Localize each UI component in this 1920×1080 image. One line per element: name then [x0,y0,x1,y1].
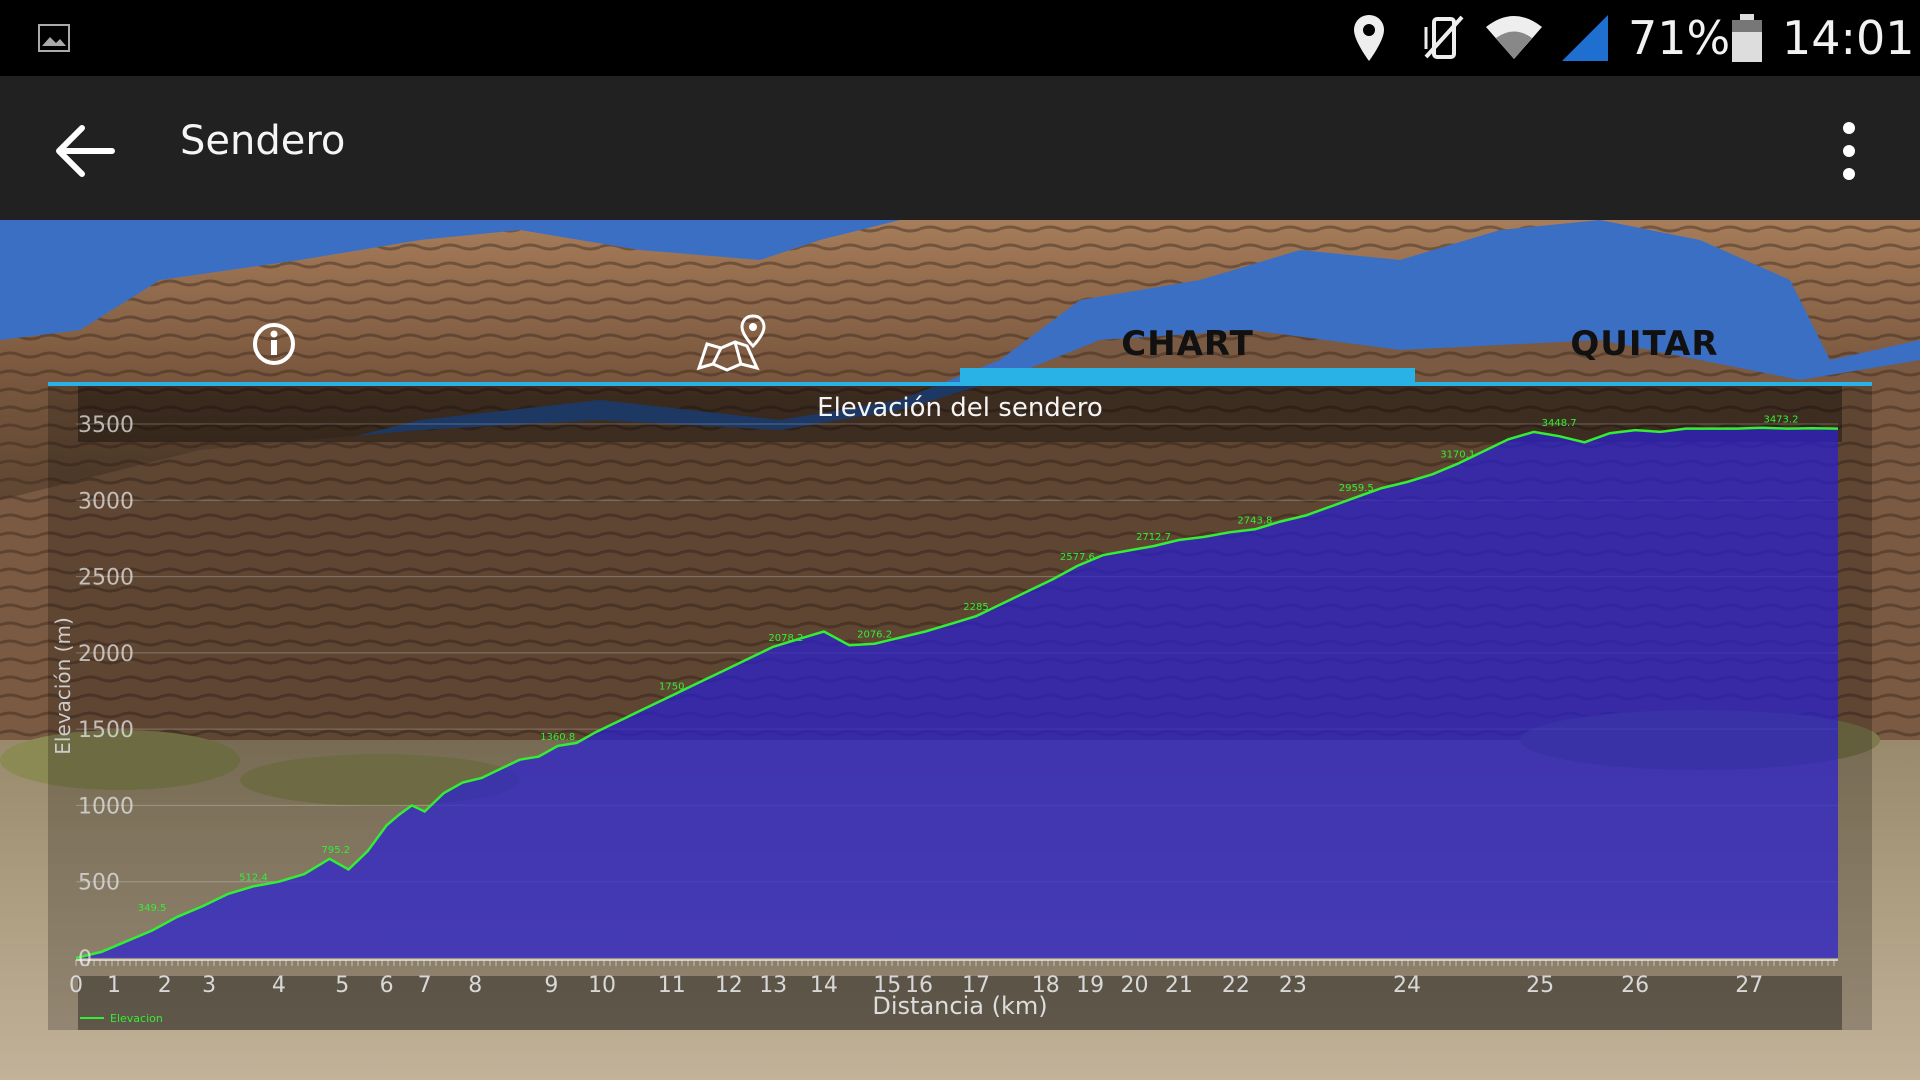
y-axis-label: Elevación (m) [51,617,75,755]
x-tick-label: 8 [468,973,482,998]
y-tick-label: 2000 [78,642,134,667]
data-label: 512.4 [239,872,268,883]
tab-quitar-label: QUITAR [1570,324,1719,364]
elevation-chart: 05001000150020002500300035000 1 2 3 4 5 6 7 8 9 10… [51,386,1842,1030]
status-bar: 71% 14:01 [0,0,1920,76]
x-tick-label: 20 [1120,973,1148,998]
tab-chart-label: CHART [1121,324,1254,364]
clock: 14:01 [1782,11,1915,65]
data-label: 1360.8 [540,732,575,743]
elevation-area [76,427,1838,958]
x-tick-label: 23 [1279,973,1307,998]
x-tick-label: 13 [759,973,787,998]
app-bar: Sendero [0,76,1920,220]
map-pin-icon [696,314,766,372]
x-tick-label: 9 [544,973,558,998]
y-tick-label: 2500 [78,566,134,591]
x-tick-label: 21 [1165,973,1193,998]
data-label: 795.2 [322,845,351,856]
x-tick-label: 24 [1393,973,1421,998]
data-label: 2076.2 [857,630,892,641]
more-options-button[interactable] [1820,116,1880,186]
tab-selected-indicator [960,368,1415,384]
data-label: 2959.5 [1339,483,1374,494]
y-tick-label: 1000 [78,794,134,819]
page-title: Sendero [180,118,346,164]
x-tick-label: 14 [810,973,838,998]
x-tick-label: 7 [418,973,432,998]
x-tick-label: 11 [658,973,686,998]
data-label: 2743.8 [1237,515,1272,526]
data-label: 2577.6 [1060,552,1095,563]
data-label: 3170.1 [1440,450,1475,461]
x-tick-label: 5 [335,973,349,998]
tab-map[interactable] [503,300,958,388]
tab-quitar[interactable]: QUITAR [1417,300,1872,388]
data-label: 1750 [659,682,684,693]
x-axis-label: Distancia (km) [872,992,1047,1020]
x-tick-label: 3 [202,973,216,998]
info-icon [252,323,295,365]
elevation-chart-panel: 0 500 1000 1500 2000 2500 3000 3500 0 1 2 3 4 5 6 7 8 9 10… [48,386,1872,1030]
data-label: 2712.7 [1136,532,1171,543]
y-tick-label: 500 [78,871,120,896]
x-tick-label: 12 [715,973,743,998]
data-label: 2078.2 [768,633,803,644]
x-tick-label: 26 [1621,973,1649,998]
location-icon [1352,10,1386,66]
y-tick-label: 3000 [78,489,134,514]
data-label: 3448.7 [1542,418,1577,429]
more-vert-icon [1843,122,1855,180]
back-button[interactable] [50,116,120,186]
x-tick-label: 4 [272,973,286,998]
battery-percent: 71% [1628,11,1731,65]
x-tick-label: 0 [69,973,83,998]
x-tick-label: 22 [1222,973,1250,998]
x-tick-label: 1 [107,973,121,998]
x-tick-label: 19 [1076,973,1104,998]
image-icon [38,10,70,66]
legend-label: Elevacion [110,1012,163,1025]
chart-title: Elevación del sendero [817,393,1103,423]
data-label: 2285 [963,602,988,613]
battery-icon [1730,10,1764,66]
wifi-icon [1484,10,1544,66]
x-tick-label: 27 [1735,973,1763,998]
x-tick-label: 2 [158,973,172,998]
data-label: 3473.2 [1763,414,1798,425]
arrow-back-icon [56,125,115,177]
signal-icon [1560,10,1610,66]
y-tick-label: 3500 [78,413,134,438]
x-tick-label: 25 [1526,973,1554,998]
x-tick-label: 10 [588,973,616,998]
data-label: 349.5 [138,903,167,914]
vibrate-off-icon [1420,10,1468,66]
x-tick-label: 6 [380,973,394,998]
y-tick-label: 1500 [78,718,134,743]
tab-info[interactable] [46,300,501,388]
